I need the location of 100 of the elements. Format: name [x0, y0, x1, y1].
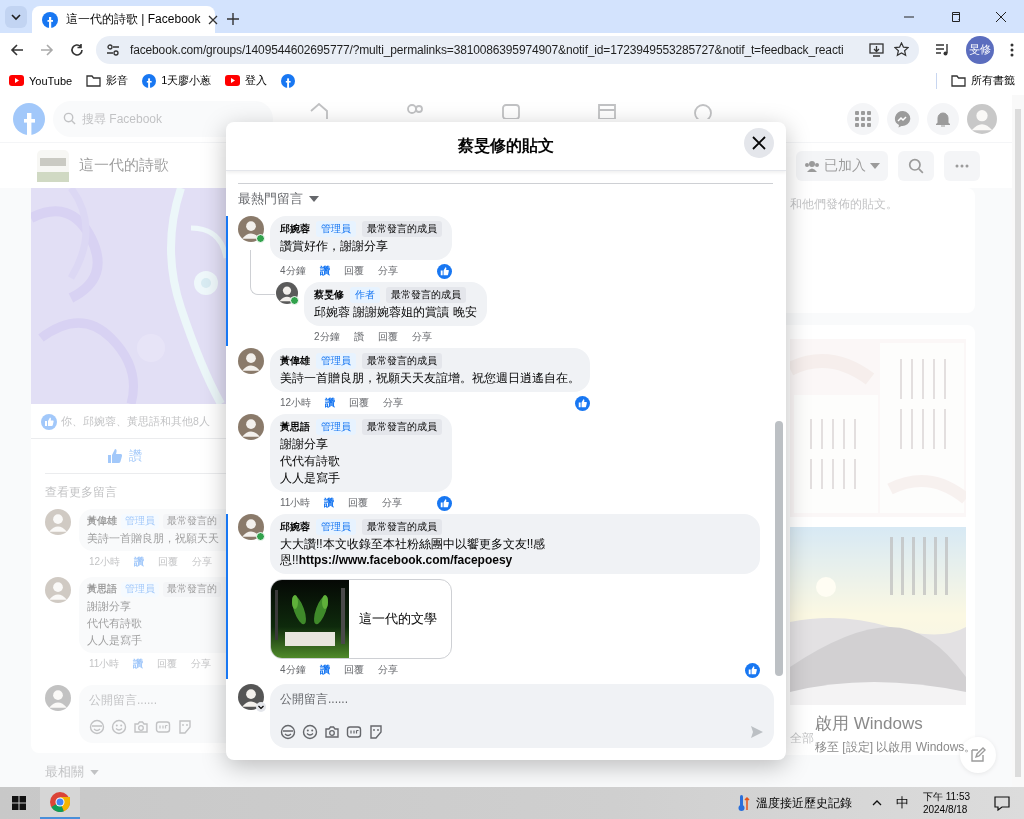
comment-time[interactable]: 12小時	[280, 397, 312, 409]
comment-time[interactable]: 4分鐘	[280, 664, 306, 676]
camera-icon[interactable]	[324, 724, 340, 740]
member-badge: 最常發言的成員	[362, 353, 442, 369]
comment-text: 謝謝分享	[87, 599, 132, 614]
reply-link[interactable]: 回覆	[349, 397, 370, 409]
apps-button[interactable]	[847, 102, 879, 135]
bookmark[interactable]	[281, 73, 296, 88]
like-link[interactable]: 讚	[325, 397, 336, 409]
people-icon	[804, 159, 820, 172]
chevron-icon[interactable]	[256, 702, 266, 712]
browser-taskbar-button[interactable]	[40, 787, 80, 819]
like-reaction-icon[interactable]	[745, 662, 760, 678]
address-bar[interactable]: facebook.com/groups/1409544602695777/?multi_permalinks=3810086395974907&notif_id=1723949553285727&notif_t=feedback_reacti	[96, 35, 920, 64]
member-badge: 最常發言的成員	[362, 519, 442, 535]
avatar[interactable]	[238, 684, 264, 710]
activation-text: 移至 [設定] 以啟用 Windows。	[815, 739, 977, 756]
clock-time[interactable]: 下午 11:53	[922, 790, 970, 803]
tab-list-icon[interactable]	[5, 6, 27, 28]
chevron-up-icon[interactable]	[871, 800, 882, 806]
weather-widget[interactable]: 溫度接近歷史記錄	[737, 794, 852, 812]
share-link[interactable]: 分享	[411, 331, 432, 343]
notifications-button[interactable]	[927, 102, 959, 135]
input-method-indicator[interactable]: 中	[895, 794, 909, 812]
emoji-icon[interactable]	[302, 724, 318, 740]
play-icon	[225, 75, 241, 86]
author-name[interactable]: 黃偉雄	[280, 354, 310, 368]
search-button[interactable]	[898, 150, 934, 181]
author-name[interactable]: 蔡旻修	[314, 288, 344, 302]
search-icon	[908, 157, 924, 174]
messenger-button[interactable]	[887, 102, 919, 135]
role-badge: 管理員	[316, 419, 356, 435]
avatar[interactable]	[238, 414, 264, 440]
like-link[interactable]: 讚	[319, 664, 330, 676]
profile-avatar[interactable]: 旻修	[966, 35, 994, 64]
reply-link[interactable]: 回覆	[377, 331, 398, 343]
author-name[interactable]: 邱婉蓉	[280, 520, 310, 534]
scrollbar-thumb[interactable]	[775, 421, 783, 676]
start-icon[interactable]	[12, 796, 26, 810]
notification-icon[interactable]	[994, 795, 1010, 811]
member-badge: 最常發言的成員	[362, 221, 442, 237]
caret-icon	[870, 162, 880, 169]
gif-icon[interactable]	[346, 724, 362, 740]
comment-time[interactable]: 4分鐘	[280, 265, 306, 277]
role-badge: 管理員	[121, 582, 159, 597]
forward-icon[interactable]	[40, 42, 54, 57]
reply-link[interactable]: 回覆	[343, 664, 364, 676]
share-link[interactable]: 分享	[383, 397, 404, 409]
role-badge: 管理員	[316, 221, 356, 237]
back-icon[interactable]	[10, 42, 24, 57]
avatar-sticker-icon[interactable]	[280, 724, 296, 740]
bookmark[interactable]: 所有書籤	[951, 73, 1015, 88]
share-link[interactable]: 分享	[377, 265, 398, 277]
link-preview[interactable]: 這一代的文學	[270, 579, 452, 659]
clock-date[interactable]: 2024/8/18	[922, 803, 970, 816]
like-link[interactable]: 讚	[319, 265, 330, 277]
like-link[interactable]: 讚	[324, 497, 335, 509]
media-icon[interactable]	[935, 43, 951, 56]
role-badge: 管理員	[121, 514, 159, 529]
close-button[interactable]	[744, 128, 774, 158]
role-badge: 管理員	[316, 353, 356, 369]
new-tab-icon[interactable]	[227, 13, 239, 25]
share-link[interactable]: 分享	[377, 664, 398, 676]
like-reaction-icon[interactable]	[437, 263, 452, 279]
share-link[interactable]: 分享	[382, 497, 403, 509]
bookmark[interactable]: 登入	[225, 73, 268, 88]
role-badge: 管理員	[316, 519, 356, 535]
reload-icon[interactable]	[70, 42, 84, 57]
reply-link[interactable]: 回覆	[348, 497, 369, 509]
comment-time[interactable]: 2分鐘	[314, 331, 340, 343]
like-reaction-icon[interactable]	[575, 395, 590, 411]
author-name[interactable]: 黃思語	[280, 420, 310, 434]
bookmark[interactable]: YouTube	[9, 74, 73, 87]
install-icon[interactable]	[869, 42, 885, 57]
reply-link[interactable]: 回覆	[343, 265, 364, 277]
close-icon[interactable]	[208, 14, 219, 25]
browser-tab[interactable]: 這一代的詩歌 | Facebook	[32, 6, 215, 33]
restore-icon[interactable]	[950, 12, 960, 22]
comment-field[interactable]: 公開留言......	[280, 692, 764, 706]
menu-icon[interactable]	[1010, 42, 1014, 57]
avatar[interactable]	[238, 216, 264, 242]
bookmark[interactable]: 1天廖小蔥	[142, 73, 212, 88]
like-reaction-icon[interactable]	[437, 495, 452, 511]
star-icon[interactable]	[894, 42, 910, 57]
caret-icon[interactable]	[309, 196, 319, 202]
site-settings-icon[interactable]	[106, 42, 120, 57]
author-name[interactable]: 邱婉蓉	[280, 222, 310, 236]
bookmark[interactable]: 影音	[86, 73, 129, 88]
avatar[interactable]	[238, 514, 264, 540]
like-link[interactable]: 讚	[353, 331, 364, 343]
comment-time[interactable]: 11小時	[280, 497, 311, 509]
dialog-title: 蔡旻修的貼文	[458, 135, 554, 156]
folder-icon	[86, 74, 102, 87]
sticker-icon[interactable]	[368, 724, 384, 740]
avatar[interactable]	[238, 348, 264, 374]
member-badge: 最常發言的	[163, 514, 221, 529]
sort-dropdown[interactable]: 最熱門留言	[238, 190, 303, 208]
avatar[interactable]	[276, 282, 298, 304]
close-icon	[752, 136, 766, 150]
close-icon[interactable]	[996, 12, 1006, 22]
